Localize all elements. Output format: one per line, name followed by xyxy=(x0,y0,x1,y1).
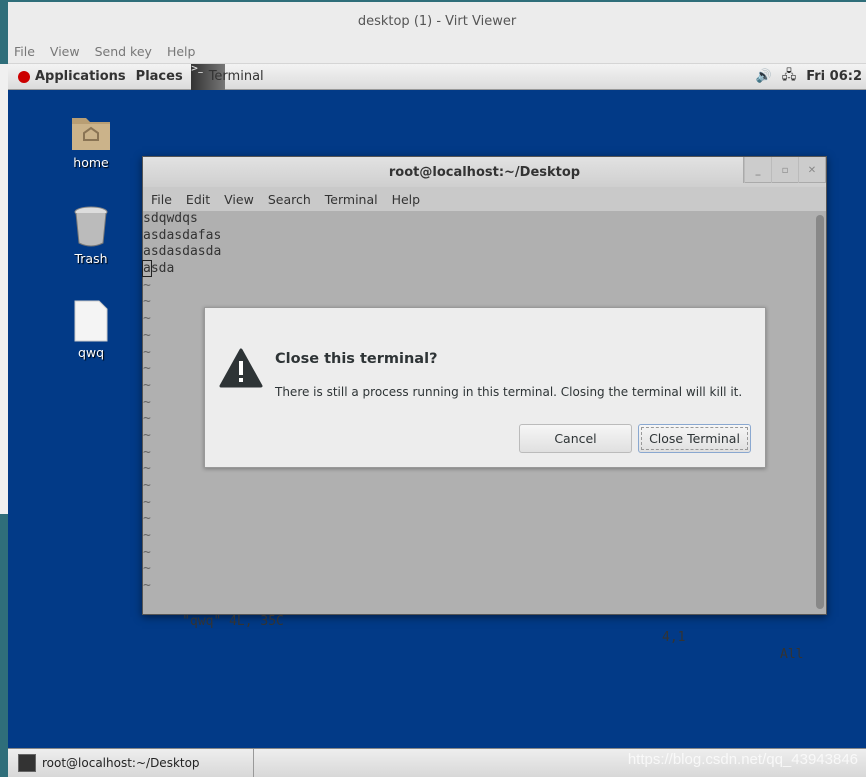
empty-line-tilde: ~ xyxy=(143,277,151,293)
text-line-cursor: asda xyxy=(142,260,815,278)
menu-send-key[interactable]: Send key xyxy=(95,44,152,59)
applications-label: Applications xyxy=(35,69,126,84)
menu-edit[interactable]: Edit xyxy=(186,192,210,207)
desktop-icon-qwq[interactable]: qwq xyxy=(61,300,121,360)
redhat-icon xyxy=(18,70,30,83)
menu-terminal[interactable]: Terminal xyxy=(325,192,378,207)
menu-file[interactable]: File xyxy=(151,192,172,207)
empty-line-tilde: ~ xyxy=(143,528,151,544)
cancel-button[interactable]: Cancel xyxy=(519,424,632,453)
status-position: 4,1 xyxy=(662,630,686,646)
taskbar-label: root@localhost:~/Desktop xyxy=(42,756,200,770)
menu-view[interactable]: View xyxy=(50,44,80,59)
menu-file[interactable]: File xyxy=(14,44,35,59)
maximize-button[interactable]: ▫ xyxy=(771,157,798,183)
top-panel: Applications Places >_ Terminal 🔊 🖧 Fri … xyxy=(8,63,866,90)
trash-icon xyxy=(74,206,108,247)
minimize-button[interactable]: _ xyxy=(744,157,771,183)
bottom-panel: root@localhost:~/Desktop https://blog.cs… xyxy=(8,748,866,777)
file-icon xyxy=(74,300,108,342)
scrollbar[interactable] xyxy=(816,215,824,609)
terminal-window[interactable]: root@localhost:~/Desktop _ ▫ ✕ File Edit… xyxy=(142,156,827,662)
menu-search[interactable]: Search xyxy=(268,192,311,207)
cursor: a xyxy=(142,260,152,278)
virt-viewer-window: desktop (1) - Virt Viewer File View Send… xyxy=(8,2,866,777)
empty-line-tilde: ~ xyxy=(143,511,151,527)
terminal-launcher[interactable]: >_ Terminal xyxy=(190,63,264,90)
desktop-icon-label: home xyxy=(73,155,109,170)
volume-icon[interactable]: 🔊 xyxy=(756,69,772,84)
menu-view[interactable]: View xyxy=(224,192,254,207)
window-title: desktop (1) - Virt Viewer xyxy=(357,13,517,29)
empty-line-tilde: ~ xyxy=(143,561,151,577)
guest-screen[interactable]: Applications Places >_ Terminal 🔊 🖧 Fri … xyxy=(8,63,866,777)
desktop-icon-label: Trash xyxy=(74,251,108,266)
warning-icon xyxy=(219,348,263,388)
terminal-launcher-label: Terminal xyxy=(208,69,264,84)
vim-status-line: "qwq" 4L, 35C 4,1 All xyxy=(143,597,815,662)
empty-line-tilde: ~ xyxy=(143,494,151,510)
desktop-icon-label: qwq xyxy=(77,345,105,360)
close-button[interactable]: ✕ xyxy=(798,157,825,183)
menu-help[interactable]: Help xyxy=(392,192,421,207)
home-folder-icon xyxy=(72,118,110,150)
status-scroll: All xyxy=(780,647,804,663)
desktop-icon-trash[interactable]: Trash xyxy=(61,204,121,266)
empty-line-tilde: ~ xyxy=(143,478,151,493)
terminal-title: root@localhost:~/Desktop xyxy=(388,164,581,180)
empty-line-tilde: ~ xyxy=(143,578,151,594)
empty-line-tilde: ~ xyxy=(143,544,151,560)
menu-help[interactable]: Help xyxy=(167,44,196,59)
close-terminal-dialog: Close this terminal? There is still a pr… xyxy=(204,307,766,468)
clock[interactable]: Fri 06:2 xyxy=(806,69,862,84)
dialog-heading: Close this terminal? xyxy=(275,351,438,367)
terminal-menubar: File Edit View Search Terminal Help xyxy=(143,187,826,211)
text-line: sdqwdqs xyxy=(143,211,198,226)
text-line: asdasdasda xyxy=(143,244,222,260)
terminal-icon xyxy=(18,754,36,772)
text-line: asdasdafas xyxy=(143,227,222,243)
desktop-icon-home[interactable]: home xyxy=(61,112,121,170)
terminal-titlebar[interactable]: root@localhost:~/Desktop _ ▫ ✕ xyxy=(143,157,826,187)
taskbar-terminal[interactable]: root@localhost:~/Desktop xyxy=(8,749,254,777)
network-icon[interactable]: 🖧 xyxy=(782,66,797,88)
text-rest: sda xyxy=(150,261,175,277)
places-menu[interactable]: Places xyxy=(136,69,183,84)
close-terminal-button[interactable]: Close Terminal xyxy=(638,424,751,453)
status-file-info: "qwq" 4L, 35C xyxy=(182,613,284,629)
watermark: https://blog.csdn.net/qq_43943846 xyxy=(627,751,858,768)
applications-menu[interactable]: Applications xyxy=(18,69,126,84)
dialog-message: There is still a process running in this… xyxy=(275,385,743,399)
viewer-menubar: File View Send key Help xyxy=(8,40,866,64)
